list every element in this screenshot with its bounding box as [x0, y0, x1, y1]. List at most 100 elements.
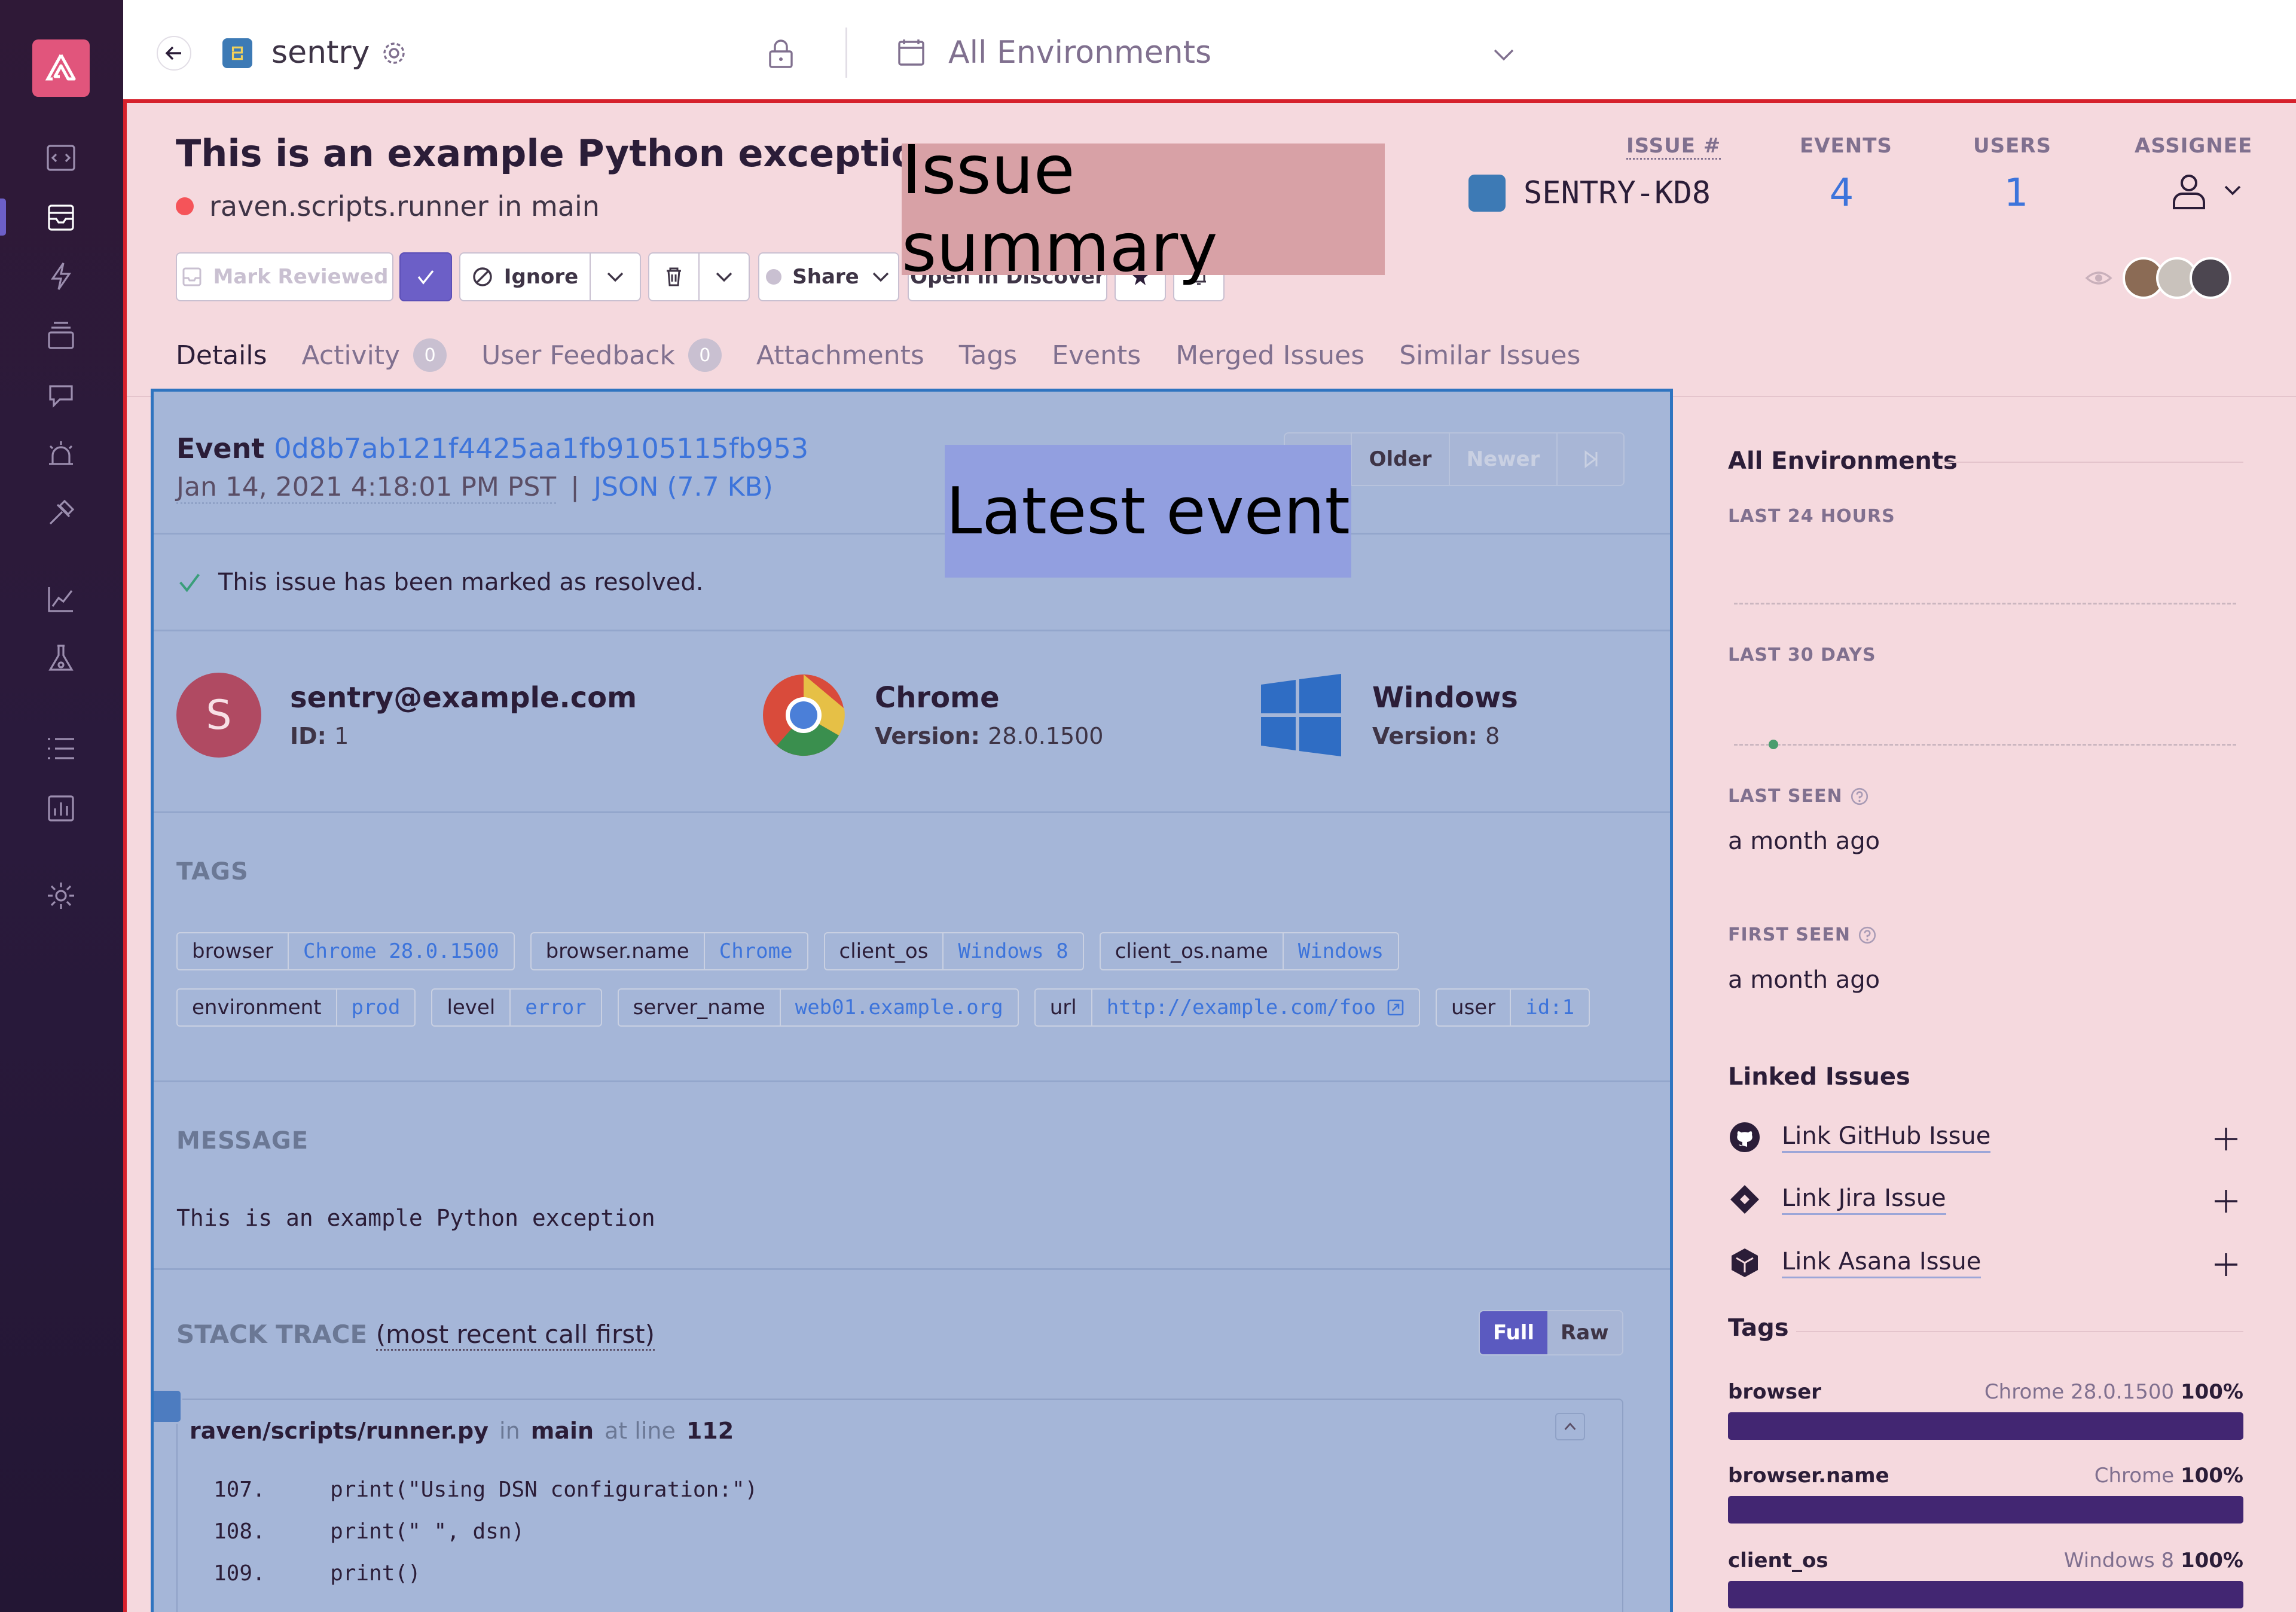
tab-user-feedback[interactable]: User Feedback 0	[481, 338, 722, 372]
tag-value[interactable]: id:1	[1511, 990, 1589, 1025]
add-asana-link-icon[interactable]	[2212, 1251, 2240, 1278]
tag-pill[interactable]: url http://example.com/foo	[1034, 988, 1421, 1027]
discover-icon[interactable]	[43, 495, 79, 531]
delete-dropdown-button[interactable]	[698, 252, 750, 301]
participant-avatar[interactable]	[2190, 257, 2231, 299]
settings-icon[interactable]	[43, 878, 79, 914]
last-seen-value: a month ago	[1728, 828, 1880, 855]
tag-distribution[interactable]: client_os Windows 8 100%	[1728, 1549, 2243, 1608]
issue-tabs: Details Activity 0 User Feedback 0 Attachm…	[176, 338, 1580, 372]
tab-events[interactable]: Events	[1052, 338, 1141, 372]
add-jira-link-icon[interactable]	[2212, 1187, 2240, 1215]
tag-pill[interactable]: user id:1	[1436, 988, 1590, 1027]
tag-value[interactable]: http://example.com/foo	[1092, 990, 1419, 1025]
add-github-link-icon[interactable]	[2212, 1125, 2240, 1153]
stacktrace-order-toggle[interactable]: (most recent call first)	[375, 1320, 655, 1351]
tag-key: url	[1036, 990, 1092, 1025]
performance-icon[interactable]	[43, 258, 79, 294]
tag-value[interactable]: Windows 8	[944, 933, 1082, 969]
first-seen-label-text: FIRST SEEN	[1728, 924, 1851, 945]
tag-value[interactable]: Windows	[1284, 933, 1398, 969]
participants[interactable]	[2084, 257, 2231, 299]
frame-header[interactable]: raven/scripts/runner.py in main at line …	[190, 1418, 734, 1444]
user-avatar: S	[176, 673, 261, 758]
tab-activity[interactable]: Activity 0	[302, 338, 447, 372]
inbox-icon	[182, 267, 201, 286]
tag-pill[interactable]: environment prod	[176, 988, 416, 1027]
environment-selector[interactable]: All Environments	[948, 35, 1211, 71]
events-stat[interactable]: EVENTS 4	[1800, 134, 1892, 215]
help-icon[interactable]	[1858, 926, 1877, 945]
tab-attachments[interactable]: Attachments	[756, 338, 924, 372]
event-id: Event 0d8b7ab121f4425aa1fb9105115fb953	[176, 432, 808, 465]
event-id-link[interactable]: 0d8b7ab121f4425aa1fb9105115fb953	[274, 432, 808, 465]
tag-pill[interactable]: browser.name Chrome	[530, 932, 808, 970]
projects-icon[interactable]	[43, 140, 79, 176]
event-json-link[interactable]: JSON (7.7 KB)	[594, 472, 773, 504]
tag-value[interactable]: Chrome	[705, 933, 807, 969]
full-view-button[interactable]: Full	[1480, 1311, 1548, 1354]
raw-view-button[interactable]: Raw	[1547, 1311, 1622, 1354]
tag-dist-bar[interactable]	[1728, 1581, 2243, 1608]
lock-icon[interactable]	[765, 37, 796, 69]
tag-dist-bar[interactable]	[1728, 1496, 2243, 1524]
issue-number[interactable]: SENTRY-KD8	[1468, 175, 1711, 212]
external-link-icon[interactable]	[1387, 999, 1405, 1016]
back-button[interactable]	[157, 36, 191, 71]
tag-pill[interactable]: server_name web01.example.org	[617, 988, 1019, 1027]
tab-details[interactable]: Details	[176, 338, 267, 372]
newer-button[interactable]: Newer	[1450, 433, 1558, 485]
chevron-down-icon	[872, 272, 889, 282]
link-jira-issue[interactable]: Link Jira Issue	[1728, 1183, 1946, 1216]
link-github-issue[interactable]: Link GitHub Issue	[1728, 1121, 1991, 1154]
link-asana-label: Link Asana Issue	[1782, 1248, 1981, 1278]
newest-button[interactable]	[1558, 433, 1623, 485]
resolve-button[interactable]	[399, 252, 452, 301]
tag-pill[interactable]: client_os Windows 8	[823, 932, 1084, 970]
tag-value[interactable]: Chrome 28.0.1500	[289, 933, 514, 969]
help-icon[interactable]	[1850, 787, 1869, 806]
releases-icon[interactable]	[43, 318, 79, 354]
tag-value[interactable]: prod	[337, 990, 415, 1025]
python-project-icon	[222, 38, 252, 68]
project-name[interactable]: sentry	[271, 35, 370, 71]
sentry-logo[interactable]	[32, 39, 90, 97]
tab-similar-issues[interactable]: Similar Issues	[1399, 338, 1580, 372]
tag-distribution[interactable]: browser Chrome 28.0.1500 100%	[1728, 1380, 2243, 1440]
tag-value[interactable]: web01.example.org	[781, 990, 1018, 1025]
ignore-button[interactable]: Ignore	[459, 252, 591, 301]
frame-line-label: at line	[604, 1418, 676, 1444]
alerts-icon[interactable]	[43, 436, 79, 472]
tab-tags[interactable]: Tags	[959, 338, 1017, 372]
issues-icon[interactable]	[43, 200, 79, 236]
user-feedback-icon[interactable]	[43, 377, 79, 413]
delete-button[interactable]	[648, 252, 700, 301]
lab-icon[interactable]	[43, 641, 79, 677]
ignore-dropdown-button[interactable]	[590, 252, 641, 301]
older-button[interactable]: Older	[1352, 433, 1450, 485]
tag-dist-bar[interactable]	[1728, 1412, 2243, 1440]
tag-pill[interactable]: browser Chrome 28.0.1500	[176, 932, 515, 970]
assignee-chevron-down-icon[interactable]	[2222, 179, 2243, 201]
tag-pill[interactable]: client_os.name Windows	[1099, 932, 1400, 970]
project-settings-icon[interactable]	[379, 38, 409, 68]
users-stat[interactable]: USERS 1	[1973, 134, 2051, 215]
activity-icon[interactable]	[43, 731, 79, 767]
share-button[interactable]: Share	[758, 252, 899, 301]
mark-reviewed-button[interactable]: Mark Reviewed	[176, 252, 393, 301]
tag-value[interactable]: error	[511, 990, 600, 1025]
code-line: 109. print()	[213, 1561, 421, 1586]
chevron-down-icon[interactable]	[1490, 41, 1518, 68]
sidebar	[0, 0, 123, 1612]
sparkline-event-point[interactable]	[1769, 740, 1778, 749]
assignee-user-icon[interactable]	[2168, 170, 2210, 212]
dashboards-icon[interactable]	[43, 581, 79, 617]
tag-pill[interactable]: level error	[431, 988, 602, 1027]
tag-distribution[interactable]: browser.name Chrome 100%	[1728, 1464, 2243, 1524]
frame-collapse-button[interactable]	[1555, 1413, 1585, 1440]
frame-filename: raven/scripts/runner.py	[190, 1418, 489, 1444]
link-asana-issue[interactable]: Link Asana Issue	[1728, 1246, 1981, 1280]
message-text: This is an example Python exception	[176, 1205, 655, 1231]
stats-icon[interactable]	[43, 790, 79, 826]
tab-merged-issues[interactable]: Merged Issues	[1176, 338, 1364, 372]
